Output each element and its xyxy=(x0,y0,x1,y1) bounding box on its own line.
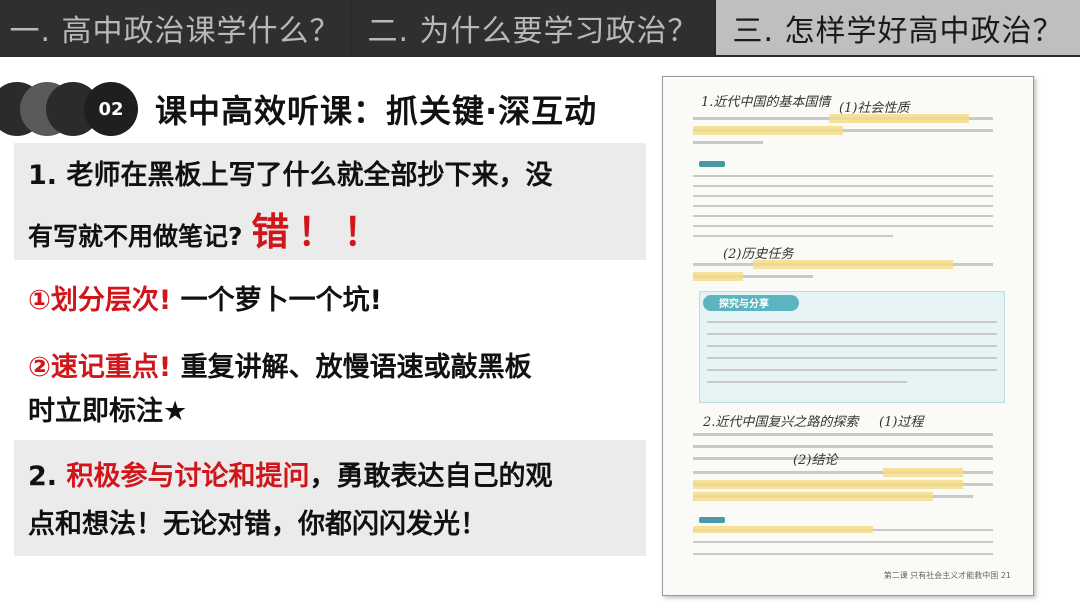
section-number-decoration: 02 xyxy=(0,82,140,136)
tip-1-text: 一个萝卜一个坑! xyxy=(180,285,382,316)
text-line xyxy=(693,175,993,177)
textbook-page-image: 1.近代中国的基本国情 (1)社会性质 (2)历史任务 探究与分享 2.近代中国… xyxy=(662,76,1034,596)
handwritten-annotation: (2)结论 xyxy=(793,453,838,468)
point-1-line-2: 有写就不用做笔记? 错！！ xyxy=(28,204,389,261)
tab-what-to-learn[interactable]: 一. 高中政治课学什么？ xyxy=(0,0,352,57)
tab-why-learn[interactable]: 二. 为什么要学习政治？ xyxy=(352,0,716,57)
point-1-question: 有写就不用做笔记? xyxy=(28,222,243,251)
text-line xyxy=(693,195,993,197)
point-1-line-1: 1. 老师在黑板上写了什么就全部抄下来，没 xyxy=(28,160,553,191)
highlight-mark xyxy=(883,468,963,477)
tip-2-text: 重复讲解、放慢语速或敲黑板 xyxy=(180,352,532,383)
tip-2-label: ②速记重点! xyxy=(28,352,172,383)
text-line xyxy=(693,141,763,144)
text-line xyxy=(707,321,997,323)
tip-1: ①划分层次! 一个萝卜一个坑! xyxy=(28,281,382,322)
section-number-badge: 02 xyxy=(84,82,138,136)
text-line xyxy=(693,433,993,436)
text-line xyxy=(707,369,997,371)
highlight-mark xyxy=(829,114,969,123)
highlight-mark xyxy=(693,272,743,281)
highlight-mark xyxy=(693,526,873,533)
text-line xyxy=(707,357,997,359)
tip-1-label: ①划分层次! xyxy=(28,285,172,316)
handwritten-annotation: 1.近代中国的基本国情 xyxy=(701,95,831,110)
tab-how-to-learn[interactable]: 三. 怎样学好高中政治？ xyxy=(716,0,1080,57)
section-title: 课中高效听课：抓关键·深互动 xyxy=(155,92,598,130)
text-line xyxy=(693,185,993,187)
tab-bar: 一. 高中政治课学什么？ 二. 为什么要学习政治？ 三. 怎样学好高中政治？ xyxy=(0,0,1080,57)
text-line xyxy=(693,553,993,555)
text-line xyxy=(693,205,993,207)
point-2-line-1: 2. 积极参与讨论和提问，勇敢表达自己的观 xyxy=(28,457,552,498)
highlight-mark xyxy=(693,492,933,501)
text-line xyxy=(693,541,993,543)
highlight-mark xyxy=(693,126,843,135)
point-2-line-2: 点和想法！无论对错，你都闪闪发光！ xyxy=(28,509,487,540)
point-2-rest: ，勇敢表达自己的观 xyxy=(309,461,553,492)
highlight-mark xyxy=(693,480,963,489)
handwritten-annotation: 2.近代中国复兴之路的探索 xyxy=(703,415,859,430)
text-line xyxy=(693,445,993,448)
text-line xyxy=(707,345,997,347)
text-line xyxy=(693,457,993,460)
point-2-prefix: 2. xyxy=(28,461,67,492)
text-line xyxy=(707,333,997,335)
text-line xyxy=(707,381,907,383)
point-2-highlight: 积极参与讨论和提问 xyxy=(66,461,310,492)
text-line xyxy=(693,235,893,237)
text-line xyxy=(693,225,993,227)
highlight-mark xyxy=(753,260,953,269)
point-1-verdict: 错！！ xyxy=(251,210,390,254)
page-footer: 第二课 只有社会主义才能救中国 21 xyxy=(883,571,1011,580)
tip-2-line-2: 时立即标注★ xyxy=(28,396,188,427)
section-marker xyxy=(699,161,725,167)
explore-share-label: 探究与分享 xyxy=(719,299,769,310)
tip-2-line-1: ②速记重点! 重复讲解、放慢语速或敲黑板 xyxy=(28,348,532,389)
section-marker xyxy=(699,517,725,523)
handwritten-annotation: (1)过程 xyxy=(879,415,924,430)
text-line xyxy=(693,215,993,217)
